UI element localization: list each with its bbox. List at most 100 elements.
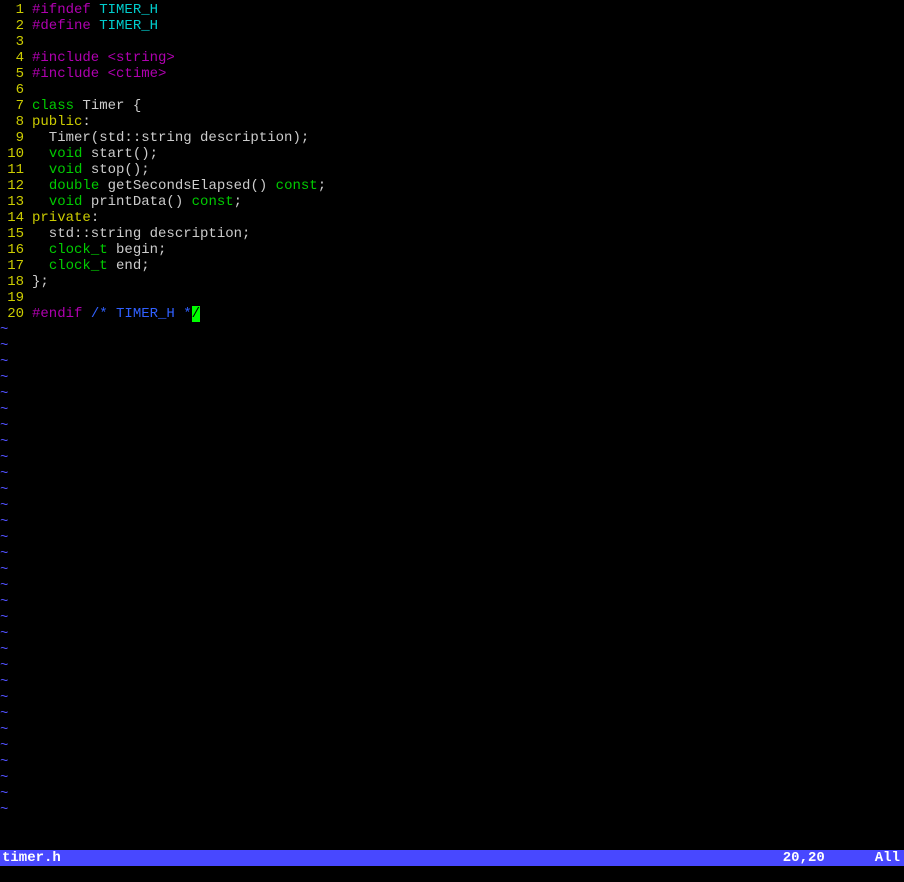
empty-line-marker: ~ xyxy=(0,546,904,562)
code-token: begin; xyxy=(108,242,167,258)
code-content[interactable]: std::string description; xyxy=(32,226,904,242)
code-line[interactable]: 8public: xyxy=(0,114,904,130)
code-line[interactable]: 11 void stop(); xyxy=(0,162,904,178)
empty-line-marker: ~ xyxy=(0,434,904,450)
code-content[interactable]: double getSecondsElapsed() const; xyxy=(32,178,904,194)
empty-line-marker: ~ xyxy=(0,738,904,754)
code-content[interactable]: }; xyxy=(32,274,904,290)
empty-line-marker: ~ xyxy=(0,642,904,658)
code-line[interactable]: 3 xyxy=(0,34,904,50)
line-number: 5 xyxy=(0,66,24,82)
line-number: 2 xyxy=(0,18,24,34)
code-content[interactable]: #ifndef TIMER_H xyxy=(32,2,904,18)
status-filename: timer.h xyxy=(2,850,61,866)
code-line[interactable]: 18}; xyxy=(0,274,904,290)
code-content[interactable]: void stop(); xyxy=(32,162,904,178)
code-line[interactable]: 7class Timer { xyxy=(0,98,904,114)
line-number: 13 xyxy=(0,194,24,210)
status-scroll-percent: All xyxy=(875,850,900,866)
code-line[interactable]: 17 clock_t end; xyxy=(0,258,904,274)
empty-line-marker: ~ xyxy=(0,770,904,786)
code-content[interactable] xyxy=(32,82,904,98)
code-content[interactable]: #endif /* TIMER_H */ xyxy=(32,306,904,322)
empty-line-marker: ~ xyxy=(0,530,904,546)
code-token: #include xyxy=(32,66,108,82)
code-line[interactable]: 4#include <string> xyxy=(0,50,904,66)
code-content[interactable]: Timer(std::string description); xyxy=(32,130,904,146)
code-content[interactable]: private: xyxy=(32,210,904,226)
code-line[interactable]: 2 #define TIMER_H xyxy=(0,18,904,34)
code-content[interactable] xyxy=(32,34,904,50)
line-number: 11 xyxy=(0,162,24,178)
code-token: #ifndef xyxy=(32,2,99,18)
code-line[interactable]: 20 #endif /* TIMER_H */ xyxy=(0,306,904,322)
empty-line-marker: ~ xyxy=(0,562,904,578)
code-content[interactable]: void printData() const; xyxy=(32,194,904,210)
code-line[interactable]: 1 #ifndef TIMER_H xyxy=(0,2,904,18)
code-token: private xyxy=(32,210,91,226)
line-number: 18 xyxy=(0,274,24,290)
code-token: printData() xyxy=(82,194,191,210)
code-token: stop(); xyxy=(82,162,149,178)
code-token: const xyxy=(276,178,318,194)
empty-line-marker: ~ xyxy=(0,754,904,770)
code-line[interactable]: 15 std::string description; xyxy=(0,226,904,242)
empty-line-marker: ~ xyxy=(0,706,904,722)
code-line[interactable]: 12 double getSecondsElapsed() const; xyxy=(0,178,904,194)
line-number: 1 xyxy=(0,2,24,18)
code-token xyxy=(32,258,49,274)
empty-line-marker: ~ xyxy=(0,514,904,530)
code-content[interactable]: #define TIMER_H xyxy=(32,18,904,34)
status-bar: timer.h 20,20 All xyxy=(0,850,904,866)
line-number: 15 xyxy=(0,226,24,242)
code-token: getSecondsElapsed() xyxy=(99,178,275,194)
line-number: 19 xyxy=(0,290,24,306)
code-content[interactable]: clock_t begin; xyxy=(32,242,904,258)
code-content[interactable]: #include <ctime> xyxy=(32,66,904,82)
line-number: 20 xyxy=(0,306,24,322)
empty-line-marker: ~ xyxy=(0,498,904,514)
empty-line-marker: ~ xyxy=(0,322,904,338)
code-line[interactable]: 16 clock_t begin; xyxy=(0,242,904,258)
code-token: Timer(std::string description); xyxy=(32,130,309,146)
empty-line-marker: ~ xyxy=(0,690,904,706)
code-content[interactable] xyxy=(32,290,904,306)
code-content[interactable]: class Timer { xyxy=(32,98,904,114)
code-token xyxy=(32,194,49,210)
code-content[interactable]: clock_t end; xyxy=(32,258,904,274)
line-number: 17 xyxy=(0,258,24,274)
code-line[interactable]: 6 xyxy=(0,82,904,98)
cursor: / xyxy=(192,306,200,322)
code-token: TIMER_H xyxy=(99,2,158,18)
code-token: ; xyxy=(234,194,242,210)
editor-viewport[interactable]: 1 #ifndef TIMER_H 2 #define TIMER_H 34#inclu… xyxy=(0,0,904,850)
empty-line-marker: ~ xyxy=(0,626,904,642)
code-token: clock_t xyxy=(49,242,108,258)
empty-line-marker: ~ xyxy=(0,402,904,418)
line-number: 14 xyxy=(0,210,24,226)
empty-line-marker: ~ xyxy=(0,418,904,434)
code-token: void xyxy=(49,162,83,178)
line-number: 9 xyxy=(0,130,24,146)
code-line[interactable]: 9 Timer(std::string description); xyxy=(0,130,904,146)
code-line[interactable]: 14 private: xyxy=(0,210,904,226)
code-token: std::string description; xyxy=(32,226,250,242)
line-number: 3 xyxy=(0,34,24,50)
command-line[interactable] xyxy=(0,866,904,882)
code-line[interactable]: 10 void start(); xyxy=(0,146,904,162)
code-token: start(); xyxy=(82,146,158,162)
code-content[interactable]: #include <string> xyxy=(32,50,904,66)
code-content[interactable]: public: xyxy=(32,114,904,130)
empty-line-marker: ~ xyxy=(0,578,904,594)
line-number: 6 xyxy=(0,82,24,98)
code-token: #endif xyxy=(32,306,91,322)
code-line[interactable]: 5 #include <ctime> xyxy=(0,66,904,82)
empty-line-marker: ~ xyxy=(0,722,904,738)
code-token: const xyxy=(192,194,234,210)
empty-line-marker: ~ xyxy=(0,674,904,690)
line-number: 10 xyxy=(0,146,24,162)
code-line[interactable]: 19 xyxy=(0,290,904,306)
status-cursor-position: 20,20 xyxy=(783,850,825,866)
code-content[interactable]: void start(); xyxy=(32,146,904,162)
code-line[interactable]: 13 void printData() const; xyxy=(0,194,904,210)
